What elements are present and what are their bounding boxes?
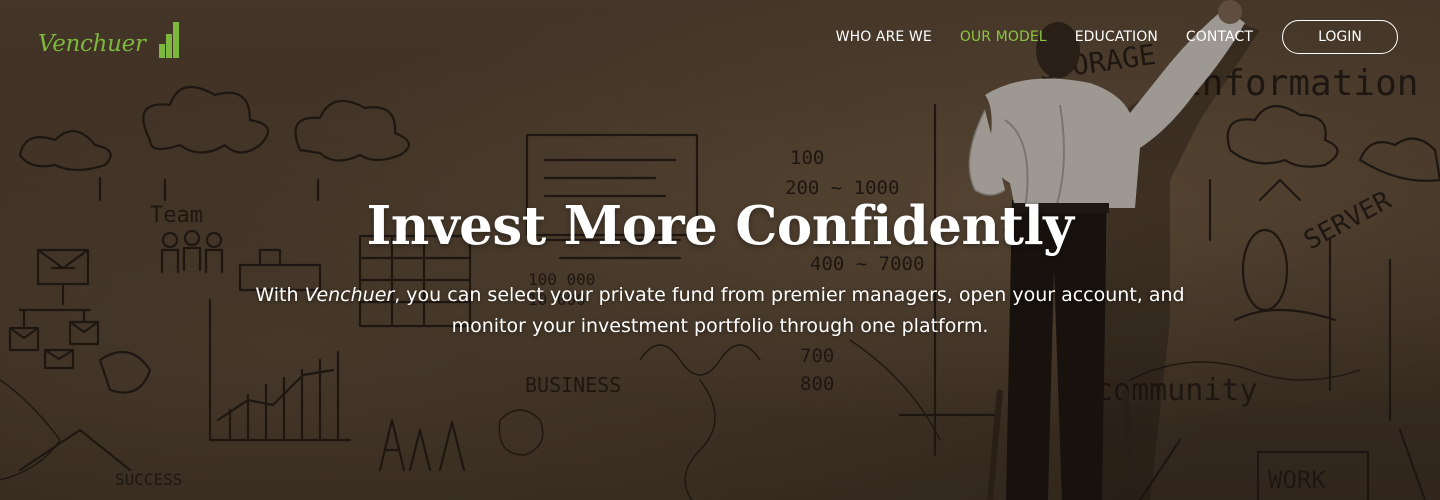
hero-section: Team BUSINESS SUCCESS STORAGE informatio…: [0, 0, 1440, 500]
chart-bars-icon: [158, 20, 179, 58]
brand-logo-text: Venchuer: [38, 31, 146, 57]
brand-logo[interactable]: Venchuer: [38, 18, 179, 58]
main-nav: WHO ARE WE OUR MODEL EDUCATION CONTACT L…: [808, 20, 1398, 54]
hero-subtitle-line1: , you can select your private fund from …: [394, 284, 1185, 306]
nav-link-our-model[interactable]: OUR MODEL: [960, 29, 1047, 45]
hero-subtitle-prefix: With: [255, 284, 305, 306]
nav-link-education[interactable]: EDUCATION: [1075, 29, 1158, 45]
hero-subtitle-brand: Venchuer: [304, 284, 395, 306]
hero-subtitle-line2: monitor your investment portfolio throug…: [451, 315, 989, 337]
nav-link-who-are-we[interactable]: WHO ARE WE: [836, 29, 932, 45]
hero-subtitle: With Venchuer, you can select your priva…: [220, 280, 1220, 342]
nav-link-contact[interactable]: CONTACT: [1186, 29, 1253, 45]
login-button[interactable]: LOGIN: [1282, 20, 1398, 54]
hero-headline: Invest More Confidently: [366, 195, 1074, 257]
